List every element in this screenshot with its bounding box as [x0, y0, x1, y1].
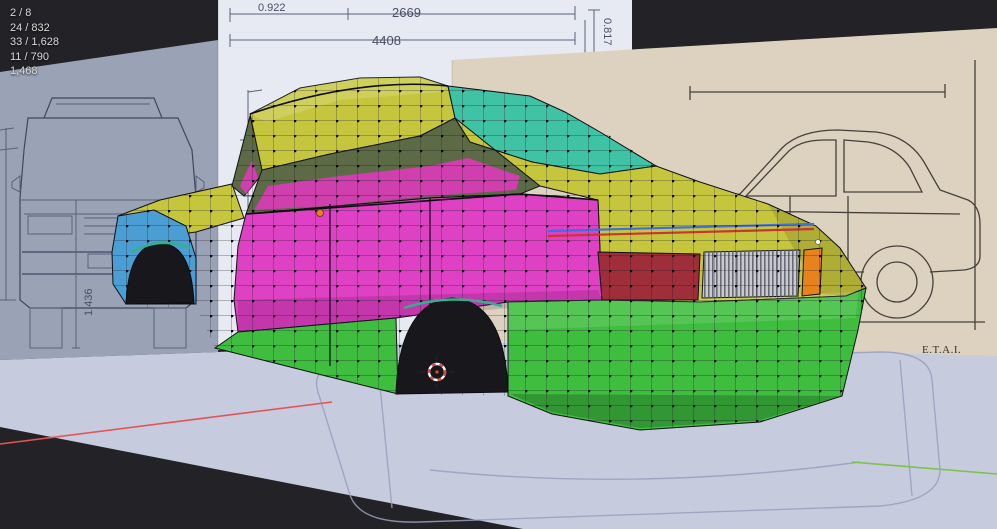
blender-3d-viewport[interactable]: 1,436 0.922 2669 4408 0.817 E.T.A.I. 2 /…	[0, 0, 997, 529]
cursor-center-dot	[435, 370, 439, 374]
stats-line-2: 24 / 832	[10, 21, 50, 34]
object-origin-dot	[316, 209, 324, 217]
height-dimension-label: 1,436	[83, 288, 95, 316]
dim-label-wheelbase: 2669	[392, 5, 421, 20]
mesh-statistics-overlay: 2 / 8 24 / 832 33 / 1,628 11 / 790 1,468	[10, 6, 59, 79]
stats-line-3: 33 / 1,628	[10, 36, 59, 48]
dim-label-length: 4408	[372, 33, 401, 48]
active-vertex[interactable]	[815, 239, 821, 245]
stats-line-1: 2 / 8	[10, 7, 32, 19]
dim-label-rear-overhang: 0.922	[258, 2, 286, 14]
dim-label-front-overhang: 0.817	[601, 18, 613, 46]
viewport-canvas[interactable]: 1,436 0.922 2669 4408 0.817 E.T.A.I.	[0, 0, 997, 529]
stats-line-5: 1,468	[10, 65, 38, 77]
stats-line-4: 11 / 790	[10, 50, 49, 63]
